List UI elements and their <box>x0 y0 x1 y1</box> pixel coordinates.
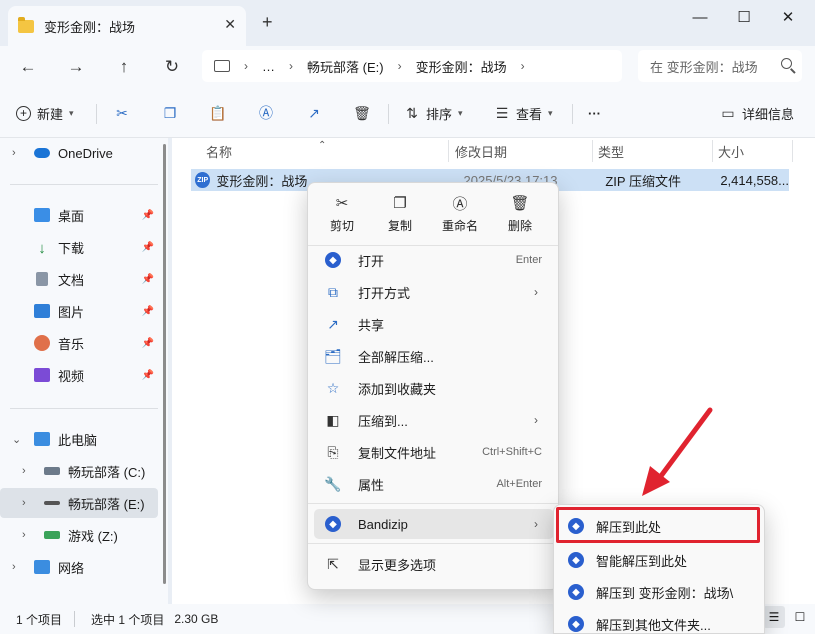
annotation-arrow-icon <box>642 407 713 496</box>
